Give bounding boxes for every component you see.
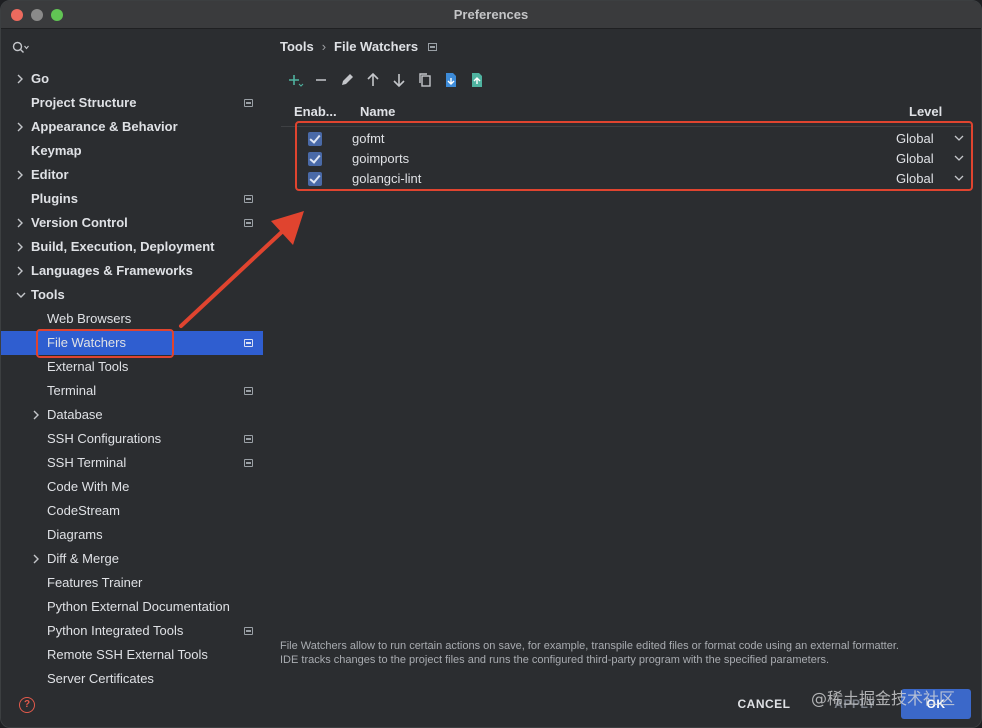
sidebar-item-label: Code With Me <box>47 479 130 494</box>
sidebar-item-tools[interactable]: Tools <box>1 283 263 307</box>
column-level-header[interactable]: Level <box>909 104 942 119</box>
sidebar-item-label: Appearance & Behavior <box>31 119 178 134</box>
breadcrumb-current: File Watchers <box>334 39 419 55</box>
sidebar-item-label: Diff & Merge <box>47 551 120 566</box>
project-scope-icon <box>428 42 438 51</box>
breadcrumb: Tools › File Watchers <box>280 38 438 56</box>
project-scope-icon <box>244 339 253 347</box>
sidebar-item-label: Tools <box>31 287 65 302</box>
sidebar-item-appearance-behavior[interactable]: Appearance & Behavior <box>1 115 263 139</box>
sidebar-item-label: Project Structure <box>31 95 137 110</box>
settings-search-input[interactable] <box>9 38 255 60</box>
sidebar-item-label: Terminal <box>47 383 97 398</box>
project-scope-icon <box>244 627 253 635</box>
sidebar-item-languages-frameworks[interactable]: Languages & Frameworks <box>1 259 263 283</box>
column-name-header[interactable]: Name <box>360 104 395 119</box>
chevron-right-icon[interactable] <box>15 67 27 91</box>
chevron-down-icon[interactable] <box>15 283 27 307</box>
sidebar-item-label: Web Browsers <box>47 311 132 326</box>
export-icon[interactable] <box>467 70 487 90</box>
sidebar-item-label: Features Trainer <box>47 575 143 590</box>
sidebar-item-label: Python External Documentation <box>47 599 230 614</box>
sidebar-item-editor[interactable]: Editor <box>1 163 263 187</box>
sidebar-item-label: SSH Configurations <box>47 431 162 446</box>
cancel-button[interactable]: CANCEL <box>729 689 799 719</box>
breadcrumb-separator: › <box>321 39 327 55</box>
remove-icon[interactable] <box>311 70 331 90</box>
title-bar: Preferences <box>1 1 981 29</box>
sidebar-item-diagrams[interactable]: Diagrams <box>1 523 263 547</box>
sidebar-item-label: External Tools <box>47 359 129 374</box>
sidebar-item-label: Database <box>47 407 103 422</box>
sidebar-item-label: Build, Execution, Deployment <box>31 239 215 254</box>
chevron-right-icon[interactable] <box>15 211 27 235</box>
watermark-text: @稀土掘金技术社区 <box>811 689 956 708</box>
move-up-icon[interactable] <box>363 70 383 90</box>
window-title: Preferences <box>453 7 529 22</box>
sidebar-item-build-execution-deployment[interactable]: Build, Execution, Deployment <box>1 235 263 259</box>
sidebar-item-external-tools[interactable]: External Tools <box>1 355 263 379</box>
watchers-highlight-box <box>295 121 973 191</box>
sidebar-item-label: Languages & Frameworks <box>31 263 193 278</box>
edit-icon[interactable] <box>337 70 357 90</box>
file-watchers-highlight-box <box>36 329 174 358</box>
sidebar-item-label: Editor <box>31 167 69 182</box>
description-line-2: IDE tracks changes to the project files … <box>280 654 830 666</box>
sidebar-item-terminal[interactable]: Terminal <box>1 379 263 403</box>
sidebar-item-codestream[interactable]: CodeStream <box>1 499 263 523</box>
file-watchers-description: File Watchers allow to run certain actio… <box>280 639 970 667</box>
search-icon <box>12 41 29 53</box>
sidebar-item-database[interactable]: Database <box>1 403 263 427</box>
sidebar-item-features-trainer[interactable]: Features Trainer <box>1 571 263 595</box>
sidebar-item-label: Go <box>31 71 50 86</box>
sidebar-item-keymap[interactable]: Keymap <box>1 139 263 163</box>
sidebar-item-label: Keymap <box>31 143 82 158</box>
sidebar-item-version-control[interactable]: Version Control <box>1 211 263 235</box>
help-icon[interactable]: ? <box>19 697 35 713</box>
move-down-icon[interactable] <box>389 70 409 90</box>
sidebar-item-ssh-terminal[interactable]: SSH Terminal <box>1 451 263 475</box>
add-icon[interactable] <box>285 70 305 90</box>
import-icon[interactable] <box>441 70 461 90</box>
project-scope-icon <box>244 195 253 203</box>
project-scope-icon <box>244 99 253 107</box>
sidebar-item-ssh-configurations[interactable]: SSH Configurations <box>1 427 263 451</box>
sidebar-item-code-with-me[interactable]: Code With Me <box>1 475 263 499</box>
project-scope-icon <box>244 435 253 443</box>
sidebar-item-label: Diagrams <box>47 527 103 542</box>
chevron-right-icon[interactable] <box>15 163 27 187</box>
copy-icon[interactable] <box>415 70 435 90</box>
sidebar-item-python-external-documentation[interactable]: Python External Documentation <box>1 595 263 619</box>
chevron-right-icon[interactable] <box>15 259 27 283</box>
project-scope-icon <box>244 459 253 467</box>
sidebar-item-go[interactable]: Go <box>1 67 263 91</box>
sidebar-item-web-browsers[interactable]: Web Browsers <box>1 307 263 331</box>
watchers-table-header: Enab... Name Level <box>281 102 971 122</box>
sidebar-item-server-certificates[interactable]: Server Certificates <box>1 667 263 691</box>
sidebar-item-label: SSH Terminal <box>47 455 127 470</box>
chevron-right-icon[interactable] <box>31 403 43 427</box>
sidebar-item-label: Python Integrated Tools <box>47 623 184 638</box>
chevron-right-icon[interactable] <box>31 547 43 571</box>
sidebar-item-label: Plugins <box>31 191 78 206</box>
description-line-1: File Watchers allow to run certain actio… <box>280 640 899 652</box>
project-scope-icon <box>244 219 253 227</box>
sidebar-item-label: Remote SSH External Tools <box>47 647 208 662</box>
project-scope-icon <box>244 387 253 395</box>
sidebar-item-diff-merge[interactable]: Diff & Merge <box>1 547 263 571</box>
column-enabled-header[interactable]: Enab... <box>294 104 337 119</box>
chevron-right-icon[interactable] <box>15 235 27 259</box>
sidebar-item-python-integrated-tools[interactable]: Python Integrated Tools <box>1 619 263 643</box>
sidebar-item-label: Version Control <box>31 215 128 230</box>
chevron-right-icon[interactable] <box>15 115 27 139</box>
breadcrumb-parent[interactable]: Tools <box>280 39 314 54</box>
sidebar-item-label: CodeStream <box>47 503 120 518</box>
sidebar-item-plugins[interactable]: Plugins <box>1 187 263 211</box>
sidebar-item-remote-ssh-external-tools[interactable]: Remote SSH External Tools <box>1 643 263 667</box>
sidebar-item-project-structure[interactable]: Project Structure <box>1 91 263 115</box>
preferences-window: Preferences Go Project Structure Appearanc… <box>0 0 982 728</box>
settings-sidebar: Go Project Structure Appearance & Behavior… <box>1 30 263 727</box>
sidebar-item-label: Server Certificates <box>47 671 154 686</box>
